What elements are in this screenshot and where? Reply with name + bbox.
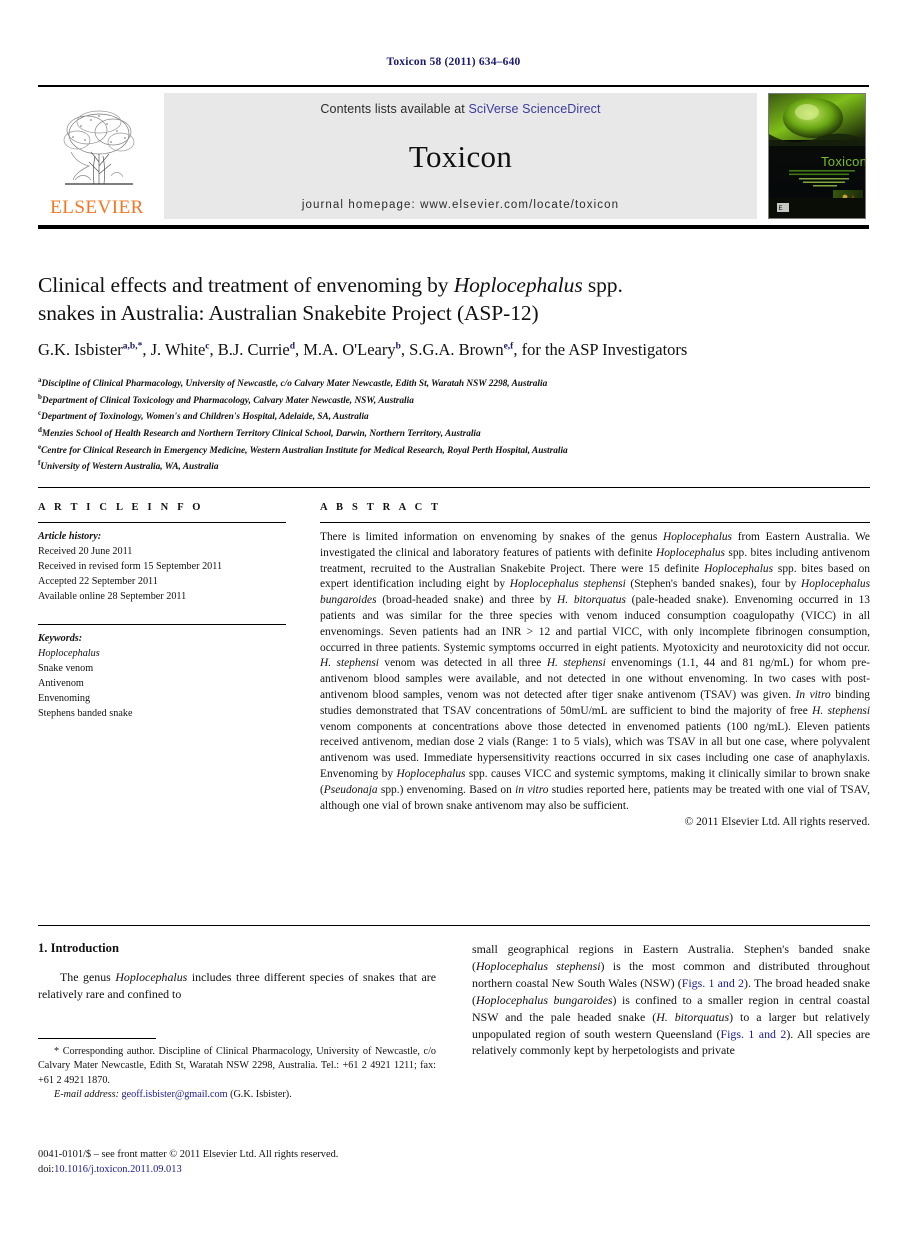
author-affil-marker: d [289,341,296,352]
elsevier-tree-icon [63,110,135,185]
title-line-2: snakes in Australia: Australian Snakebit… [38,300,539,325]
affiliation-text: Department of Toxinology, Women's and Ch… [41,412,369,423]
title-part-1: Clinical effects and treatment of enveno… [38,273,454,297]
footnote-divider [38,1038,156,1039]
section-heading-introduction: 1. Introduction [38,941,119,955]
elsevier-logo: ELSEVIER [38,93,156,219]
history-item: Accepted 22 September 2011 [38,575,158,587]
page-title: Clinical effects and treatment of enveno… [38,272,870,328]
affiliation-text: Menzies School of Health Research and No… [41,429,481,440]
journal-title: Toxicon [408,138,513,174]
figure-link-2[interactable]: Figs. 1 and 2 [721,1027,787,1041]
contents-prefix: Contents lists available at [320,102,469,116]
divider [38,522,286,523]
keyword-item: Stephens banded snake [38,707,133,719]
journal-homepage-link[interactable]: journal homepage: www.elsevier.com/locat… [302,199,619,211]
article-info-column: A R T I C L E I N F O Article history: R… [38,502,306,828]
info-abstract-band: A R T I C L E I N F O Article history: R… [38,487,870,828]
divider [38,623,286,625]
author-affil-marker: a,b, [122,341,138,352]
abstract-body: There is limited information on envenomi… [320,531,870,812]
affiliation-item: eCentre for Clinical Research in Emergen… [38,442,874,459]
affiliation-text: Department of Clinical Toxicology and Ph… [41,395,414,406]
article-history-label: Article history: [38,531,102,542]
article-info-heading: A R T I C L E I N F O [38,502,204,513]
email-note: E-mail address: geoff.isbister@gmail.com… [38,1088,436,1102]
keyword-item: Snake venom [38,662,94,674]
author-affil-marker: c [205,341,210,352]
footnote-block: * Corresponding author. Discipline of Cl… [38,1038,436,1103]
elsevier-wordmark: ELSEVIER [50,197,144,218]
affiliation-text: Centre for Clinical Research in Emergenc… [41,445,568,456]
affiliation-text: Discipline of Clinical Pharmacology, Uni… [41,379,548,390]
corresponding-author-note: * Corresponding author. Discipline of Cl… [38,1046,436,1086]
body-column-right: small geographical regions in Eastern Au… [472,941,870,1059]
sciencedirect-link[interactable]: SciVerse ScienceDirect [468,102,600,116]
history-item: Available online 28 September 2011 [38,590,187,602]
author-affil-marker: b [395,341,401,352]
doi-link[interactable]: 10.1016/j.toxicon.2011.09.013 [54,1164,181,1175]
doi-label: doi: [38,1163,55,1175]
journal-masthead: ELSEVIER Contents lists available at Sci… [38,85,869,229]
figure-link-1[interactable]: Figs. 1 and 2 [682,976,744,990]
affiliation-list: aDiscipline of Clinical Pharmacology, Un… [38,375,874,475]
divider [320,522,870,523]
corresponding-marker: * [137,341,143,352]
contents-available-line: Contents lists available at SciVerse Sci… [320,102,600,116]
affiliation-item: fUniversity of Western Australia, WA, Au… [38,458,874,475]
cover-artwork: Toxicon E [768,93,866,219]
keyword-item: Envenoming [38,692,91,704]
journal-cover-thumbnail: Toxicon E [765,93,869,219]
keywords-block: Keywords: Hoplocephalus Snake venom Anti… [38,632,286,722]
affiliation-text: University of Western Australia, WA, Aus… [40,462,219,473]
masthead-center-panel: Contents lists available at SciVerse Sci… [164,93,757,219]
affiliation-item: cDepartment of Toxinology, Women's and C… [38,408,874,425]
article-history-block: Article history: Received 20 June 2011 R… [38,530,286,605]
affiliation-item: dMenzies School of Health Research and N… [38,425,874,442]
issn-copyright-block: 0041-0101/$ – see front matter © 2011 El… [38,1148,458,1178]
email-link[interactable]: geoff.isbister@gmail.com [122,1089,228,1100]
divider [38,925,870,926]
abstract-column: A B S T R A C T There is limited informa… [306,502,870,828]
history-item: Received 20 June 2011 [38,545,133,557]
abstract-copyright: © 2011 Elsevier Ltd. All rights reserved… [684,816,870,829]
author-affil-marker: e,f [503,341,514,352]
keyword-item: Antivenom [38,677,84,689]
keyword-item: Hoplocephalus [38,647,100,659]
issn-line: 0041-0101/$ – see front matter © 2011 El… [38,1149,339,1160]
title-part-2: spp. [582,273,623,297]
keywords-label: Keywords: [38,632,83,644]
history-item: Received in revised form 15 September 20… [38,560,223,572]
email-label: E-mail address: [54,1089,119,1101]
title-genus-italic: Hoplocephalus [453,273,583,297]
svg-text:Toxicon: Toxicon [821,154,866,169]
affiliation-item: bDepartment of Clinical Toxicology and P… [38,392,874,409]
author-list: G.K. Isbistera,b,*, J. Whitec, B.J. Curr… [38,340,688,359]
intro-paragraph-left: The genus Hoplocephalus includes three d… [38,970,436,1001]
email-suffix: (G.K. Isbister). [230,1089,292,1101]
abstract-heading: A B S T R A C T [320,502,442,513]
doi-line: doi:10.1016/j.toxicon.2011.09.013 [38,1163,458,1178]
paper-page: Toxicon 58 (2011) 634–640 ELSEVIER Conte… [0,0,907,1238]
running-head: Toxicon 58 (2011) 634–640 [386,56,521,68]
svg-text:E: E [779,206,783,212]
intro-paragraph-right: small geographical regions in Eastern Au… [472,942,871,1058]
affiliation-item: aDiscipline of Clinical Pharmacology, Un… [38,375,874,392]
